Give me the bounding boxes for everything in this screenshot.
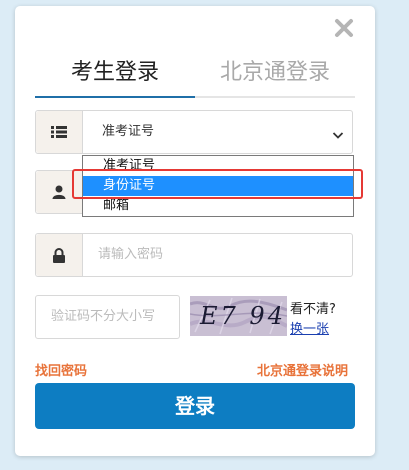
- captcha-placeholder: 验证码不分大小写: [51, 309, 156, 324]
- captcha-image[interactable]: E7 94: [190, 296, 287, 336]
- id-type-select[interactable]: 准考证号: [35, 110, 353, 154]
- tab-divider-line: [195, 96, 355, 98]
- chevron-down-icon: [332, 126, 344, 139]
- login-button[interactable]: 登录: [35, 383, 355, 429]
- captcha-refresh-link[interactable]: 换一张: [290, 318, 329, 337]
- dropdown-option-admission-number[interactable]: 准考证号: [83, 156, 353, 176]
- password-placeholder: 请输入密码: [98, 247, 164, 262]
- password-field[interactable]: 请输入密码: [35, 233, 353, 277]
- dropdown-option-email[interactable]: 邮箱: [83, 196, 353, 216]
- list-icon: [36, 111, 83, 153]
- forgot-password-link[interactable]: 找回密码: [35, 360, 87, 379]
- id-type-dropdown-list: 准考证号 身份证号 邮箱: [82, 155, 354, 217]
- captcha-unclear-label: 看不清?: [290, 302, 336, 317]
- user-icon: [36, 171, 83, 213]
- id-type-selected-value: 准考证号: [102, 124, 155, 139]
- tab-student-login[interactable]: 考生登录: [35, 58, 195, 88]
- close-icon[interactable]: [334, 18, 354, 38]
- lock-icon: [36, 234, 83, 276]
- captcha-image-text: E7 94: [200, 302, 286, 330]
- active-tab-indicator: [35, 96, 195, 98]
- tab-beijingtong-login[interactable]: 北京通登录: [195, 58, 355, 88]
- page: 考生登录 北京通登录 准考证号 请输入密码 验证码不分大小写 E7 94 看不清…: [0, 0, 409, 470]
- captcha-input[interactable]: 验证码不分大小写: [35, 295, 180, 339]
- beijingtong-help-link[interactable]: 北京通登录说明: [257, 360, 348, 379]
- dropdown-option-id-card[interactable]: 身份证号: [83, 176, 353, 196]
